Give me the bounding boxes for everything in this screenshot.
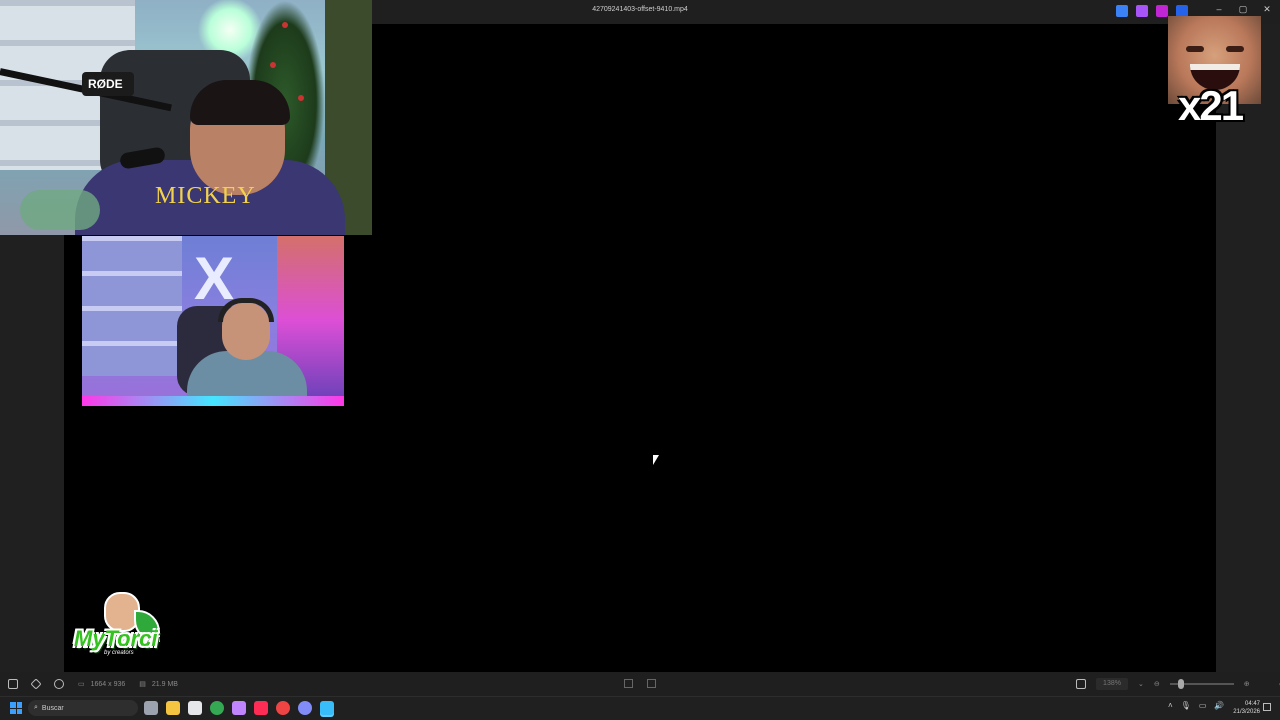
windows-taskbar: ⌕ Buscar ˄ 🎙 ▭ 🔊 04:47 21/3/2026 [0, 696, 1280, 720]
notification-icon[interactable] [1263, 703, 1271, 711]
task-view-icon[interactable] [144, 701, 158, 715]
mouse-cursor [653, 455, 659, 465]
window-controls: – ▢ ✕ [1212, 4, 1274, 15]
fit-screen-icon[interactable] [1076, 679, 1086, 689]
resolution-text: 1664 x 936 [90, 680, 126, 688]
meme-eye [1226, 46, 1244, 52]
messenger-icon[interactable] [298, 701, 312, 715]
system-tray: ˄ 🎙 ▭ 🔊 [1168, 701, 1224, 710]
zoom-slider-thumb[interactable] [1177, 679, 1184, 689]
logo-tagline: by creators [104, 650, 134, 656]
streamer-hair [190, 80, 290, 125]
size-text: 21.9 MB [151, 680, 178, 688]
search-placeholder: Buscar [41, 704, 64, 712]
clock-date: 21/3/2026 [1233, 709, 1260, 715]
zoom-level[interactable]: 138% [1096, 678, 1128, 690]
info-icon[interactable] [54, 679, 64, 689]
photos-icon[interactable] [320, 701, 334, 715]
taskbar-search[interactable]: ⌕ Buscar [28, 700, 138, 716]
clapper-icon[interactable] [1156, 5, 1168, 17]
network-icon[interactable]: ▭ [1199, 701, 1207, 710]
meme-counter: x21 [1178, 82, 1244, 129]
chrome-icon[interactable] [210, 701, 224, 715]
start-button[interactable] [10, 702, 22, 714]
ornament [270, 62, 276, 68]
viewer-status-bar: ▭ 1664 x 936 ▤ 21.9 MB 138% ⌄ ⊖ ⊕ ⤢ [0, 672, 1280, 696]
rotate-icon[interactable] [624, 679, 633, 688]
file-size: ▤ 21.9 MB [139, 680, 178, 689]
meme-overlay: x21 [1168, 16, 1261, 129]
maximize-button[interactable]: ▢ [1236, 4, 1250, 15]
opera-icon[interactable] [276, 701, 290, 715]
ornament [298, 95, 304, 101]
image-size-icon: ▭ [78, 681, 85, 688]
store-icon[interactable] [188, 701, 202, 715]
taskbar-clock[interactable]: 04:47 21/3/2026 [1228, 700, 1260, 716]
neon-frame [82, 236, 344, 406]
chevron-down-icon[interactable]: ⌄ [1138, 680, 1144, 688]
file-explorer-icon[interactable] [166, 701, 180, 715]
logo-wordmark: MyTorci [74, 626, 158, 651]
meme-eye [1186, 46, 1204, 52]
file-resolution: ▭ 1664 x 936 [78, 680, 126, 689]
mic-icon[interactable]: 🎙 [1181, 701, 1191, 710]
pin-icon[interactable] [1136, 5, 1148, 17]
obs-icon[interactable] [232, 701, 246, 715]
filmstrip-icon[interactable] [8, 679, 18, 689]
tiktok-icon[interactable] [254, 701, 268, 715]
clock-time: 04:47 [1244, 701, 1260, 707]
crop-icon[interactable] [647, 679, 656, 688]
ornament [282, 22, 288, 28]
webcam-overlay-main: MICKEY RØDE [0, 0, 372, 235]
close-button[interactable]: ✕ [1260, 4, 1274, 15]
blurred-hand [20, 190, 100, 230]
minimize-button[interactable]: – [1212, 4, 1226, 15]
pen-icon[interactable] [1116, 5, 1128, 17]
taskbar-apps [144, 701, 334, 715]
zoom-slider[interactable] [1169, 679, 1234, 689]
search-icon: ⌕ [34, 704, 38, 711]
mic-brand-label: RØDE [88, 77, 123, 91]
chevron-up-icon[interactable]: ˄ [1168, 701, 1173, 710]
zoom-out-icon[interactable]: ⊖ [1154, 680, 1160, 688]
zoom-in-icon[interactable]: ⊕ [1244, 680, 1250, 688]
channel-logo: MyTorci by creators [74, 592, 164, 662]
heart-icon[interactable] [30, 678, 42, 690]
volume-icon[interactable]: 🔊 [1214, 701, 1224, 710]
shirt-print: MICKEY [155, 183, 256, 209]
disk-icon: ▤ [139, 681, 146, 688]
